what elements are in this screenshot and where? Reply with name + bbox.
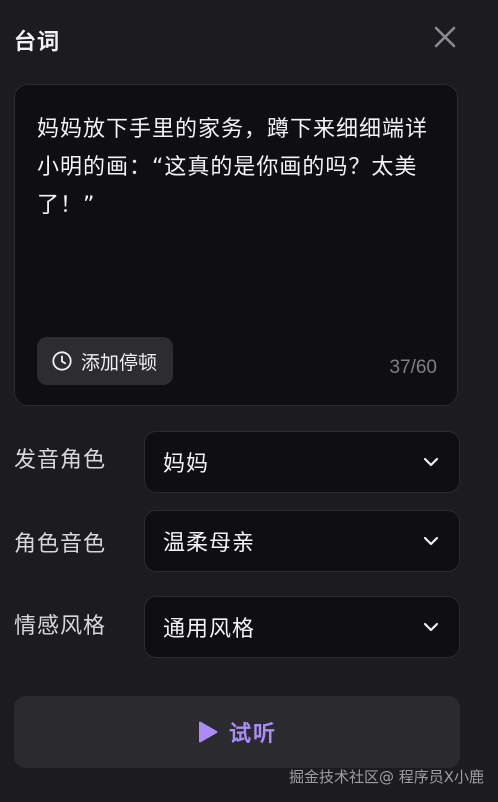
script-editor[interactable]: 妈妈放下手里的家务，蹲下来细细端详小明的画：“这真的是你画的吗？太美了！” 添加… [14, 84, 458, 406]
emotion-style-value: 通用风格 [163, 617, 256, 642]
preview-listen-label: 试听 [228, 722, 277, 747]
chevron-down-icon [421, 531, 441, 551]
play-icon [198, 721, 218, 743]
role-timbre-select[interactable]: 温柔母亲 [144, 510, 460, 572]
panel-title: 台词 [14, 30, 61, 55]
voice-role-select[interactable]: 妈妈 [144, 431, 460, 493]
role-timbre-label: 角色音色 [14, 532, 107, 557]
emotion-style-label: 情感风格 [14, 614, 107, 639]
script-text[interactable]: 妈妈放下手里的家务，蹲下来细细端详小明的画：“这真的是你画的吗？太美了！” [37, 111, 437, 225]
chevron-down-icon [421, 452, 441, 472]
preview-listen-button[interactable]: 试听 [14, 696, 460, 768]
chevron-down-icon [421, 617, 441, 637]
character-counter: 37/60 [389, 357, 437, 378]
voice-role-label: 发音角色 [14, 448, 107, 473]
watermark: 掘金技术社区@ 程序员X小鹿 [288, 768, 484, 786]
voice-role-value: 妈妈 [163, 452, 210, 477]
close-icon [434, 26, 456, 48]
add-pause-label: 添加停顿 [81, 351, 158, 374]
close-button[interactable] [430, 22, 460, 52]
clock-icon [52, 351, 72, 371]
emotion-style-select[interactable]: 通用风格 [144, 596, 460, 658]
role-timbre-value: 温柔母亲 [163, 531, 256, 556]
add-pause-button[interactable]: 添加停顿 [37, 337, 174, 385]
